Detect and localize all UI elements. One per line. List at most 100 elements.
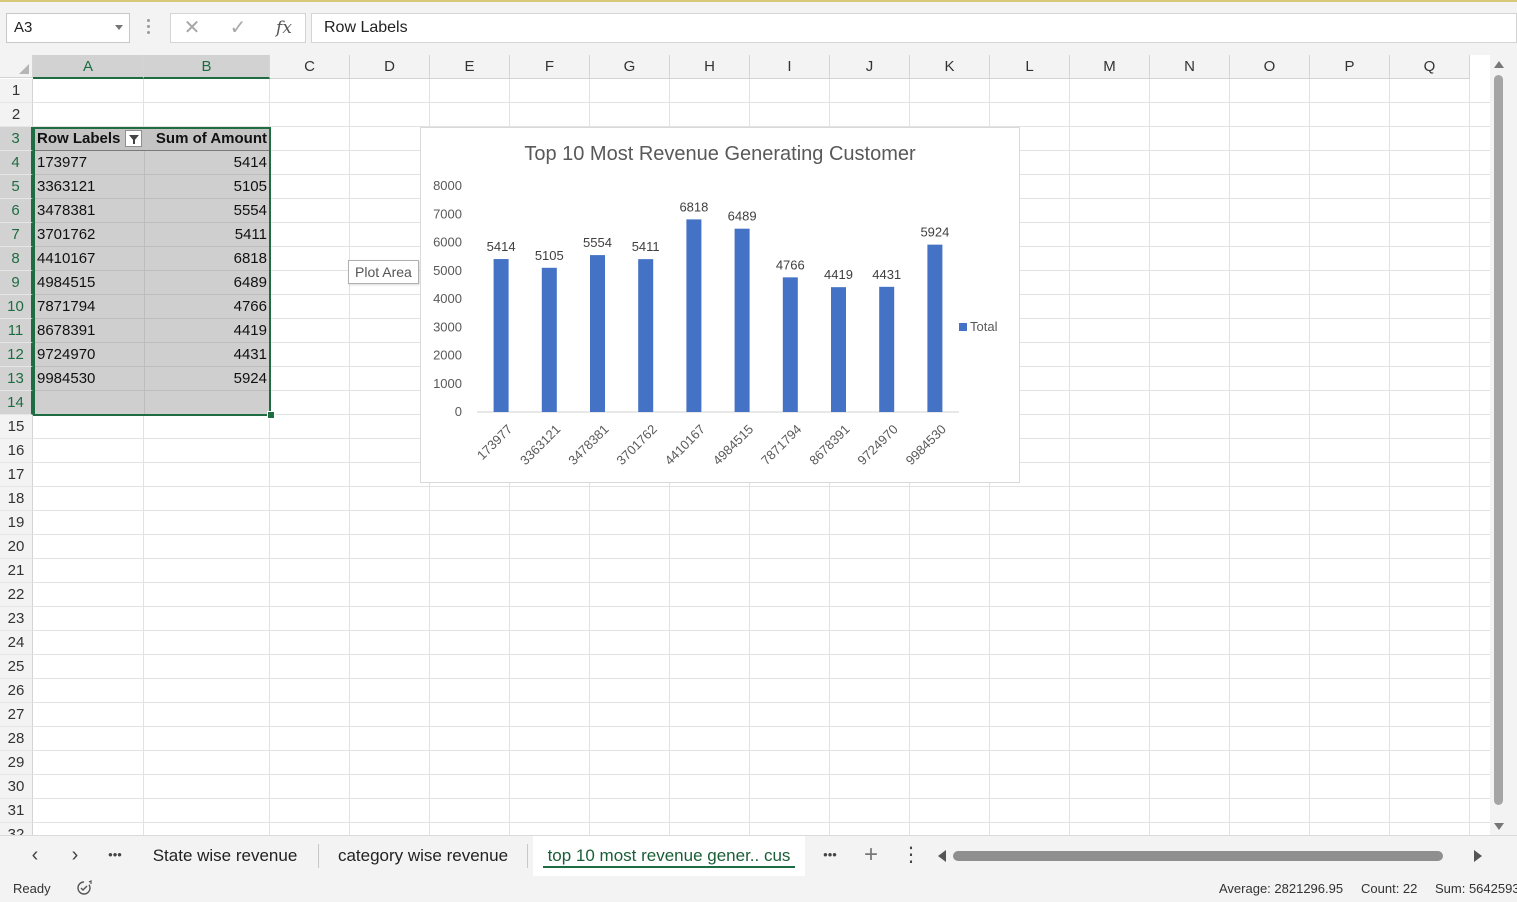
chart-bar[interactable] [782, 277, 798, 412]
pivot-header-sum-of-amount[interactable]: Sum of Amount [144, 127, 267, 151]
enter-icon[interactable]: ✓ [223, 14, 253, 42]
column-header-d[interactable]: D [350, 55, 430, 79]
pivot-row-label[interactable]: 4984515 [37, 271, 142, 295]
chart-bar[interactable] [927, 244, 943, 412]
row-header-17[interactable]: 17 [0, 463, 33, 487]
chart-bar[interactable] [541, 267, 557, 412]
column-header-j[interactable]: J [830, 55, 910, 79]
pivot-row-label[interactable]: 8678391 [37, 319, 142, 343]
column-header-l[interactable]: L [990, 55, 1070, 79]
row-header-4[interactable]: 4 [0, 151, 33, 175]
chart-bar[interactable] [686, 219, 702, 412]
pivot-row-label[interactable]: 7871794 [37, 295, 142, 319]
row-header-11[interactable]: 11 [0, 319, 33, 343]
horizontal-scroll-thumb[interactable] [953, 851, 1443, 861]
chart-bar[interactable] [493, 259, 509, 412]
status-average[interactable]: Average: 2821296.95 [1219, 881, 1343, 896]
row-header-5[interactable]: 5 [0, 175, 33, 199]
row-header-30[interactable]: 30 [0, 775, 33, 799]
row-header-20[interactable]: 20 [0, 535, 33, 559]
more-sheets-right-icon[interactable]: ••• [815, 836, 845, 876]
column-header-k[interactable]: K [910, 55, 990, 79]
scroll-left-icon[interactable] [938, 850, 946, 862]
row-header-6[interactable]: 6 [0, 199, 33, 223]
pivot-row-label[interactable]: 9724970 [37, 343, 142, 367]
row-header-12[interactable]: 12 [0, 343, 33, 367]
row-header-27[interactable]: 27 [0, 703, 33, 727]
chart-bar[interactable] [879, 286, 895, 412]
vertical-scrollbar[interactable] [1490, 55, 1517, 835]
row-header-15[interactable]: 15 [0, 415, 33, 439]
row-header-23[interactable]: 23 [0, 607, 33, 631]
next-sheet-icon[interactable]: › [60, 836, 90, 876]
insert-function-icon[interactable]: fx [269, 14, 299, 42]
name-box[interactable]: A3 [6, 13, 130, 43]
sheet-tab-state-wise-revenue[interactable]: State wise revenue [143, 836, 307, 876]
column-header-g[interactable]: G [590, 55, 670, 79]
column-chart[interactable]: Top 10 Most Revenue Generating Customer 0… [420, 127, 1020, 483]
row-header-18[interactable]: 18 [0, 487, 33, 511]
row-header-8[interactable]: 8 [0, 247, 33, 271]
pivot-row-value[interactable]: 5924 [144, 367, 267, 391]
pivot-row-label[interactable]: 3478381 [37, 199, 142, 223]
column-header-q[interactable]: Q [1390, 55, 1470, 79]
row-header-31[interactable]: 31 [0, 799, 33, 823]
row-header-25[interactable]: 25 [0, 655, 33, 679]
accessibility-check-icon[interactable] [76, 879, 94, 897]
pivot-row-value[interactable]: 4431 [144, 343, 267, 367]
column-header-p[interactable]: P [1310, 55, 1390, 79]
row-header-7[interactable]: 7 [0, 223, 33, 247]
column-header-m[interactable]: M [1070, 55, 1150, 79]
row-header-26[interactable]: 26 [0, 679, 33, 703]
filter-dropdown-icon[interactable] [125, 130, 142, 147]
status-sum[interactable]: Sum: 5642593 [1435, 881, 1517, 896]
pivot-row-value[interactable]: 5105 [144, 175, 267, 199]
pivot-row-label[interactable]: 173977 [37, 151, 142, 175]
pivot-row-value[interactable]: 5414 [144, 151, 267, 175]
row-header-28[interactable]: 28 [0, 727, 33, 751]
pivot-row-value[interactable]: 6489 [144, 271, 267, 295]
pivot-row-value[interactable]: 6818 [144, 247, 267, 271]
pivot-table[interactable]: Row Labels Sum of Amount 173977 5414 3363121… [33, 127, 270, 415]
pivot-row-value[interactable]: 5554 [144, 199, 267, 223]
sheet-options-icon[interactable]: ⋮ [896, 836, 926, 876]
row-header-3[interactable]: 3 [0, 127, 33, 151]
sheet-tab-category-wise-revenue[interactable]: category wise revenue [327, 836, 519, 876]
column-header-b[interactable]: B [144, 55, 270, 79]
formula-input[interactable]: Row Labels [311, 13, 1517, 43]
worksheet-grid[interactable]: A B C D E F G H I J K L M N O P Q 1 2 3 4 5 6 7 8 9 10 11 12 13 14 15 16… [0, 55, 1490, 835]
column-header-f[interactable]: F [510, 55, 590, 79]
cancel-icon[interactable]: ✕ [177, 14, 207, 42]
column-header-h[interactable]: H [670, 55, 750, 79]
add-sheet-icon[interactable]: + [856, 836, 886, 876]
pivot-row-label[interactable]: 4410167 [37, 247, 142, 271]
row-header-2[interactable]: 2 [0, 103, 33, 127]
pivot-row-value[interactable]: 5411 [144, 223, 267, 247]
row-header-24[interactable]: 24 [0, 631, 33, 655]
select-all-corner[interactable] [0, 55, 33, 78]
row-header-13[interactable]: 13 [0, 367, 33, 391]
row-header-1[interactable]: 1 [0, 79, 33, 103]
scroll-down-icon[interactable] [1494, 823, 1504, 830]
row-header-9[interactable]: 9 [0, 271, 33, 295]
pivot-row-label[interactable]: 3363121 [37, 175, 142, 199]
column-header-o[interactable]: O [1230, 55, 1310, 79]
status-count[interactable]: Count: 22 [1361, 881, 1417, 896]
chart-svg[interactable]: Top 10 Most Revenue Generating Customer 0… [421, 128, 1019, 482]
scroll-up-icon[interactable] [1494, 61, 1504, 68]
pivot-row-label[interactable]: 9984530 [37, 367, 142, 391]
row-header-29[interactable]: 29 [0, 751, 33, 775]
row-header-21[interactable]: 21 [0, 559, 33, 583]
column-header-n[interactable]: N [1150, 55, 1230, 79]
prev-sheet-icon[interactable]: ‹ [20, 836, 50, 876]
more-sheets-left-icon[interactable]: ••• [100, 836, 130, 876]
row-header-32[interactable]: 32 [0, 823, 33, 835]
horizontal-scrollbar[interactable] [935, 846, 1490, 866]
pivot-row-label[interactable]: 3701762 [37, 223, 142, 247]
row-header-10[interactable]: 10 [0, 295, 33, 319]
sheet-tab-top-10-customers[interactable]: top 10 most revenue gener.. cus [533, 836, 805, 876]
column-header-c[interactable]: C [270, 55, 350, 79]
fill-handle[interactable] [267, 411, 275, 419]
chevron-down-icon[interactable] [115, 25, 123, 30]
formula-bar-resize-handle[interactable] [147, 19, 150, 37]
